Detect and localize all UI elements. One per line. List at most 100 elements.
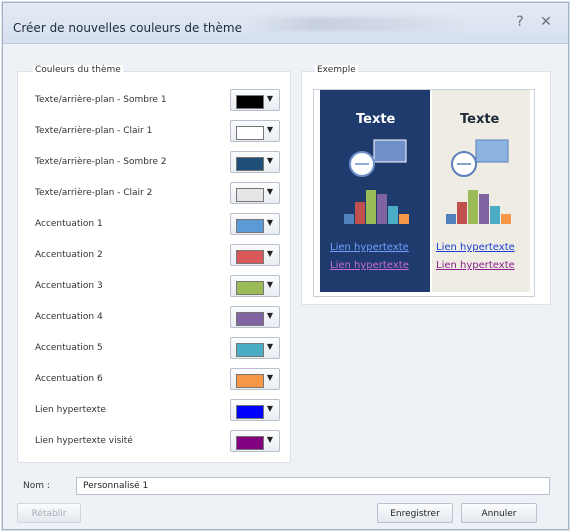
dropdown-arrow-icon: ▼ — [266, 311, 273, 320]
color-row-label: Accentuation 2 — [35, 250, 103, 260]
preview-bar — [501, 214, 511, 224]
save-button[interactable]: Enregistrer — [377, 503, 453, 523]
color-swatch — [236, 95, 264, 109]
color-picker-button[interactable]: ▼ — [230, 120, 280, 142]
preview-light-rectangle — [475, 139, 509, 163]
color-row: Accentuation 4 ▼ — [35, 306, 285, 330]
preview-bar — [388, 206, 398, 224]
title-bar-blur — [253, 17, 463, 31]
dropdown-arrow-icon: ▼ — [266, 373, 273, 382]
color-picker-button[interactable]: ▼ — [230, 89, 280, 111]
color-swatch — [236, 436, 264, 450]
theme-preview: Texte Lien hypertexte Lien hypertexte Te… — [313, 89, 535, 297]
dropdown-arrow-icon: ▼ — [266, 342, 273, 351]
color-row-label: Texte/arrière-plan - Sombre 2 — [35, 157, 167, 167]
color-swatch — [236, 281, 264, 295]
color-row: Texte/arrière-plan - Sombre 1 ▼ — [35, 89, 285, 113]
color-swatch — [236, 405, 264, 419]
color-row-label: Texte/arrière-plan - Clair 1 — [35, 126, 153, 136]
preview-dark-graphic — [344, 139, 409, 224]
color-picker-button[interactable]: ▼ — [230, 337, 280, 359]
dialog-title: Créer de nouvelles couleurs de thème — [13, 21, 242, 35]
color-row-label: Accentuation 6 — [35, 374, 103, 384]
color-picker-button[interactable]: ▼ — [230, 182, 280, 204]
theme-colors-dialog: Créer de nouvelles couleurs de thème ? ✕… — [2, 2, 569, 530]
example-group-label: Exemple — [315, 65, 358, 75]
color-row: Texte/arrière-plan - Clair 2 ▼ — [35, 182, 285, 206]
preview-light-link: Lien hypertexte — [436, 242, 515, 253]
color-row: Lien hypertexte visité ▼ — [35, 430, 285, 454]
preview-light-graphic — [446, 139, 511, 224]
dropdown-arrow-icon: ▼ — [266, 404, 273, 413]
preview-dark-bars — [344, 190, 409, 224]
color-row-label: Lien hypertexte visité — [35, 436, 133, 446]
preview-bar — [468, 190, 478, 224]
color-picker-button[interactable]: ▼ — [230, 430, 280, 452]
color-row: Accentuation 6 ▼ — [35, 368, 285, 392]
color-swatch — [236, 343, 264, 357]
dropdown-arrow-icon: ▼ — [266, 280, 273, 289]
preview-dark-rectangle — [373, 139, 407, 163]
preview-bar — [479, 194, 489, 224]
preview-bar — [344, 214, 354, 224]
color-row-label: Accentuation 4 — [35, 312, 103, 322]
color-row-label: Lien hypertexte — [35, 405, 106, 415]
color-swatch — [236, 219, 264, 233]
color-swatch — [236, 126, 264, 140]
title-bar: Créer de nouvelles couleurs de thème ? ✕ — [3, 3, 568, 44]
color-swatch — [236, 374, 264, 388]
preview-dark-link: Lien hypertexte — [330, 242, 409, 253]
dropdown-arrow-icon: ▼ — [266, 94, 273, 103]
color-swatch — [236, 157, 264, 171]
color-row: Accentuation 5 ▼ — [35, 337, 285, 361]
name-label: Nom : — [23, 481, 50, 491]
preview-bar — [366, 190, 376, 224]
preview-bar — [490, 206, 500, 224]
color-picker-button[interactable]: ▼ — [230, 399, 280, 421]
color-row: Accentuation 3 ▼ — [35, 275, 285, 299]
color-picker-button[interactable]: ▼ — [230, 275, 280, 297]
preview-dark-title: Texte — [356, 112, 396, 127]
preview-light-title: Texte — [460, 112, 500, 127]
preview-light-bars — [446, 190, 511, 224]
color-row-label: Texte/arrière-plan - Sombre 1 — [35, 95, 167, 105]
color-picker-button[interactable]: ▼ — [230, 306, 280, 328]
color-swatch — [236, 250, 264, 264]
color-row-label: Accentuation 1 — [35, 219, 103, 229]
color-swatch — [236, 188, 264, 202]
color-row: Accentuation 1 ▼ — [35, 213, 285, 237]
preview-bar — [355, 202, 365, 224]
color-row-label: Texte/arrière-plan - Clair 2 — [35, 188, 153, 198]
preview-bar — [457, 202, 467, 224]
preview-bar — [377, 194, 387, 224]
preview-light-visited-link: Lien hypertexte — [436, 260, 515, 271]
dropdown-arrow-icon: ▼ — [266, 156, 273, 165]
color-row: Texte/arrière-plan - Clair 1 ▼ — [35, 120, 285, 144]
color-picker-button[interactable]: ▼ — [230, 151, 280, 173]
dropdown-arrow-icon: ▼ — [266, 435, 273, 444]
close-icon[interactable]: ✕ — [537, 13, 555, 31]
color-row: Lien hypertexte ▼ — [35, 399, 285, 423]
preview-light-panel: Texte Lien hypertexte Lien hypertexte — [432, 90, 530, 292]
preview-dark-visited-link: Lien hypertexte — [330, 260, 409, 271]
color-row: Accentuation 2 ▼ — [35, 244, 285, 268]
reset-button[interactable]: Rétablir — [17, 503, 81, 523]
dropdown-arrow-icon: ▼ — [266, 249, 273, 258]
theme-colors-group-label: Couleurs du thème — [33, 65, 123, 75]
preview-bar — [399, 214, 409, 224]
cancel-button[interactable]: Annuler — [461, 503, 537, 523]
color-picker-button[interactable]: ▼ — [230, 244, 280, 266]
dropdown-arrow-icon: ▼ — [266, 187, 273, 196]
preview-dark-panel: Texte Lien hypertexte Lien hypertexte — [320, 90, 430, 292]
color-row-label: Accentuation 3 — [35, 281, 103, 291]
color-row-label: Accentuation 5 — [35, 343, 103, 353]
help-icon[interactable]: ? — [511, 13, 529, 31]
dropdown-arrow-icon: ▼ — [266, 125, 273, 134]
name-input[interactable] — [76, 477, 550, 495]
color-picker-button[interactable]: ▼ — [230, 368, 280, 390]
preview-bar — [446, 214, 456, 224]
color-row: Texte/arrière-plan - Sombre 2 ▼ — [35, 151, 285, 175]
dropdown-arrow-icon: ▼ — [266, 218, 273, 227]
color-swatch — [236, 312, 264, 326]
color-picker-button[interactable]: ▼ — [230, 213, 280, 235]
